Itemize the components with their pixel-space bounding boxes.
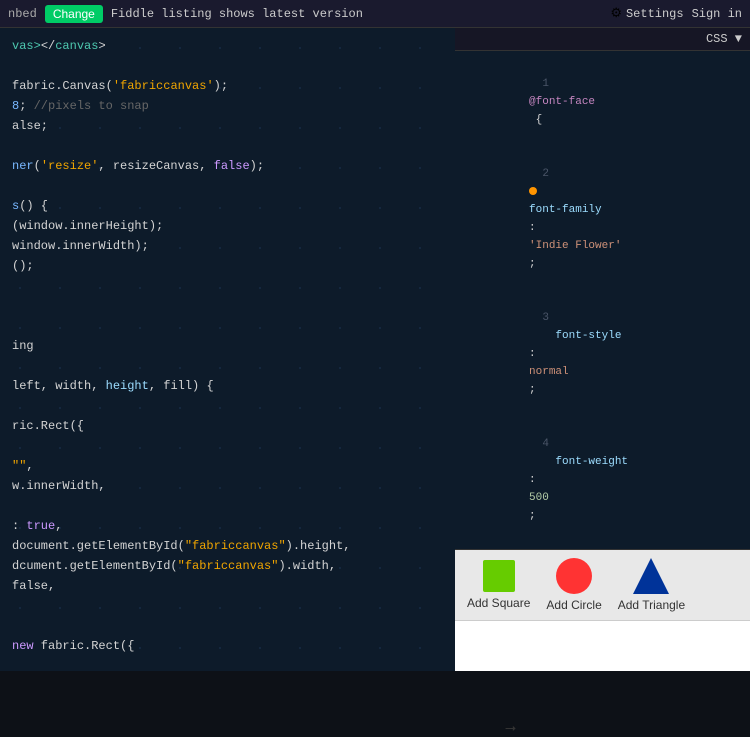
code-line [12,316,443,336]
css-line: 4 font-weight : 500 ; [463,417,742,543]
code-line [12,436,443,456]
code-line: ing [12,336,443,356]
code-line: s() { [12,196,443,216]
css-line: 2 font-family : 'Indie Flower' ; [463,147,742,291]
code-line: : true, [12,516,443,536]
code-line: false, [12,576,443,596]
code-line: fabric.Canvas('fabriccanvas'); [12,76,443,96]
code-line: 8; //pixels to snap [12,96,443,116]
css-property: font-weight [529,456,628,468]
code-line [12,396,443,416]
add-square-label: Add Square [467,596,530,610]
settings-icon: ⚙ [610,6,622,21]
code-line [12,56,443,76]
fiddle-notice: Fiddle listing shows latest version [111,7,602,21]
css-at-keyword: @font-face [529,96,595,108]
css-number: 500 [529,492,549,504]
code-line: ric.Rect({ [12,416,443,436]
add-circle-label: Add Circle [546,598,601,612]
preview-toolbar: Add Square Add Circle Add Triangle [455,550,750,621]
css-tab[interactable]: CSS ▼ [706,32,742,46]
line-num: 3 [529,309,549,327]
css-property: font-family [529,204,602,216]
code-line: w.innerWidth, [12,476,443,496]
code-content: vas></canvas> fabric.Canvas('fabriccanva… [0,28,455,664]
settings-area: ⚙ Settings [610,6,683,21]
add-square-button[interactable]: Add Square [467,560,530,610]
css-property: font-style [529,330,621,342]
code-line [12,296,443,316]
topbar: nbed Change Fiddle listing shows latest … [0,0,750,28]
line-num: 2 [529,165,549,183]
preview-content[interactable]: ⭢ [455,621,750,671]
code-line: (window.innerHeight); [12,216,443,236]
code-line: ner('resize', resizeCanvas, false); [12,156,443,176]
code-line: alse; [12,116,443,136]
code-line: vas></canvas> [12,36,443,56]
css-tab-bar: CSS ▼ [455,28,750,51]
css-code: 1 @font-face { 2 font-family : 'Indie Fl… [455,51,750,549]
css-value: 'Indie Flower' [529,240,621,252]
add-circle-button[interactable]: Add Circle [546,558,601,612]
code-line: left, width, height, fill) { [12,376,443,396]
code-line [12,596,443,616]
code-line: window.innerWidth); [12,236,443,256]
code-line: (); [12,256,443,276]
cursor-indicator: ⭢ [505,721,516,737]
right-panel: CSS ▼ 1 @font-face { 2 font-family : 'In… [455,28,750,671]
main-layout: vas></canvas> fabric.Canvas('fabriccanva… [0,28,750,671]
css-panel: CSS ▼ 1 @font-face { 2 font-family : 'In… [455,28,750,550]
square-icon [483,560,515,592]
css-line: 1 @font-face { [463,57,742,147]
active-dot [529,187,537,195]
signin-link[interactable]: Sign in [692,7,742,21]
line-num: 1 [529,75,549,93]
code-line [12,136,443,156]
css-line: 3 font-style : normal ; [463,291,742,417]
settings-link[interactable]: Settings [626,7,684,21]
code-line: new fabric.Rect({ [12,636,443,656]
code-line: "", [12,456,443,476]
code-panel: vas></canvas> fabric.Canvas('fabriccanva… [0,28,455,671]
circle-icon [556,558,592,594]
code-line [12,176,443,196]
code-line [12,616,443,636]
code-line [12,276,443,296]
preview-panel: Add Square Add Circle Add Triangle ⭢ [455,550,750,671]
change-button[interactable]: Change [45,5,103,23]
triangle-icon [633,558,669,594]
code-line: dcument.getElementById("fabriccanvas").w… [12,556,443,576]
code-line [12,496,443,516]
embed-label: nbed [8,7,37,21]
add-triangle-button[interactable]: Add Triangle [618,558,685,612]
line-num: 4 [529,435,549,453]
code-line [12,356,443,376]
add-triangle-label: Add Triangle [618,598,685,612]
css-value: normal [529,366,569,378]
code-line: document.getElementById("fabriccanvas").… [12,536,443,556]
